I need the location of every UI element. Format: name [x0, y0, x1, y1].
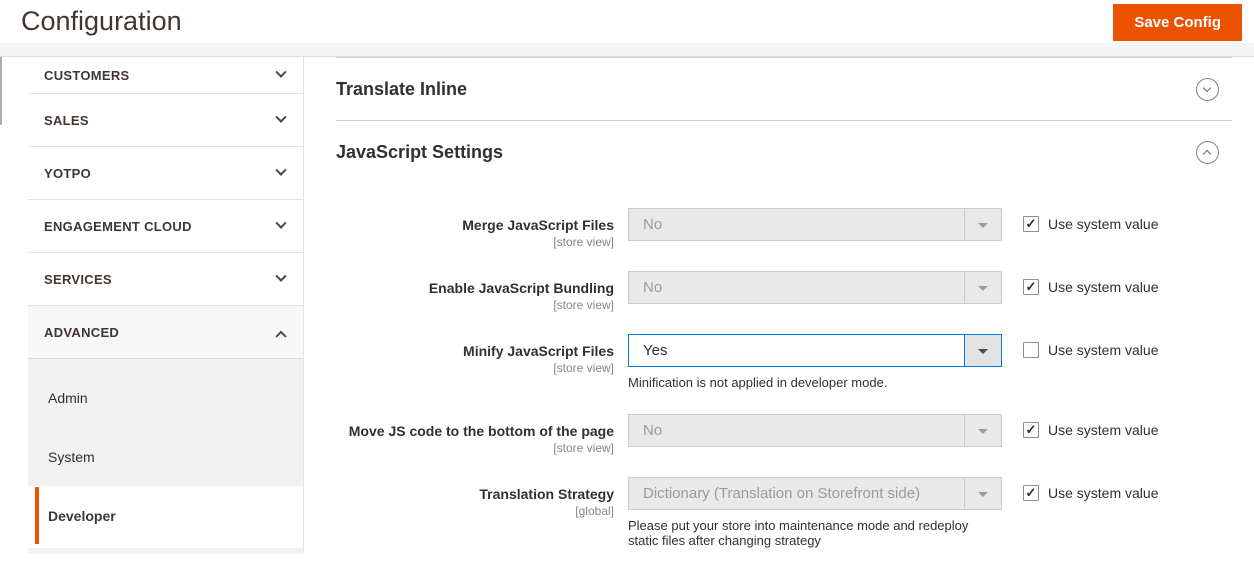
select-value: No	[643, 422, 663, 439]
sidebar-item-system[interactable]: System	[28, 427, 303, 486]
collapse-toggle-button[interactable]	[1196, 77, 1219, 101]
checkbox-unchecked-icon[interactable]	[1023, 342, 1039, 358]
sidebar-section-sales[interactable]: SALES	[28, 94, 303, 147]
admin-menu-edge	[0, 57, 2, 125]
sidebar-item-label: System	[48, 448, 95, 465]
sidebar-section-yotpo[interactable]: YOTPO	[28, 147, 303, 200]
translation-strategy-select[interactable]: Dictionary (Translation on Storefront si…	[628, 477, 1002, 510]
chevron-down-icon	[1202, 83, 1212, 92]
chevron-down-icon	[275, 164, 287, 176]
sidebar-section-label: CUSTOMERS	[44, 67, 130, 83]
field-note: Minification is not applied in developer…	[628, 375, 888, 390]
page-title: Configuration	[21, 6, 182, 36]
sidebar-section-customers[interactable]: CUSTOMERS	[28, 57, 303, 94]
select-value: No	[643, 279, 663, 296]
select-value: Dictionary (Translation on Storefront si…	[643, 485, 921, 502]
minify-js-files-select[interactable]: Yes	[628, 334, 1002, 367]
field-label: Translation Strategy	[479, 486, 614, 502]
field-label: Move JS code to the bottom of the page	[348, 423, 614, 439]
checkbox-checked-icon[interactable]: ✓	[1023, 216, 1039, 232]
field-scope: [store view]	[553, 441, 614, 455]
advanced-submenu: Admin System Developer	[28, 359, 303, 545]
section-title: Translate Inline	[336, 78, 468, 99]
enable-js-bundling-select[interactable]: No	[628, 271, 1002, 304]
checkbox-checked-icon[interactable]: ✓	[1023, 279, 1039, 295]
chevron-down-icon	[275, 270, 287, 282]
field-row-enable-js-bundling: Enable JavaScript Bundling [store view] …	[336, 271, 1232, 312]
config-nav-sidebar: CUSTOMERS SALES YOTPO ENGAGEMENT CLOUD S…	[28, 57, 304, 554]
use-system-value-toggle[interactable]: ✓ Use system value	[1023, 477, 1158, 502]
sidebar-item-developer[interactable]: Developer	[28, 486, 303, 545]
field-label: Minify JavaScript Files	[463, 343, 614, 359]
field-row-move-js-bottom: Move JS code to the bottom of the page […	[336, 414, 1232, 455]
use-system-value-label: Use system value	[1048, 342, 1159, 358]
caret-down-icon	[978, 222, 988, 228]
checkbox-checked-icon[interactable]: ✓	[1023, 485, 1039, 501]
sidebar-section-label: ADVANCED	[44, 324, 120, 340]
field-scope: [global]	[575, 504, 614, 518]
caret-down-icon	[978, 428, 988, 434]
javascript-settings-form: Merge JavaScript Files [store view] No ✓…	[336, 208, 1232, 548]
section-title: JavaScript Settings	[336, 142, 504, 162]
field-label: Enable JavaScript Bundling	[428, 280, 614, 296]
use-system-value-label: Use system value	[1048, 485, 1159, 501]
field-note: Please put your store into maintenance m…	[628, 518, 969, 548]
use-system-value-toggle[interactable]: Use system value	[1023, 334, 1158, 359]
field-row-translation-strategy: Translation Strategy [global] Dictionary…	[336, 477, 1232, 548]
field-row-minify-js-files: Minify JavaScript Files [store view] Yes…	[336, 334, 1232, 390]
sidebar-section-advanced[interactable]: ADVANCED	[28, 306, 303, 359]
caret-down-icon	[978, 348, 988, 354]
sidebar-item-label: Developer	[48, 507, 116, 524]
chevron-down-icon	[275, 111, 287, 123]
chevron-up-icon	[275, 330, 287, 342]
sidebar-section-engagement-cloud[interactable]: ENGAGEMENT CLOUD	[28, 200, 303, 253]
use-system-value-toggle[interactable]: ✓ Use system value	[1023, 414, 1158, 439]
header-divider	[0, 43, 1254, 57]
sidebar-section-label: ENGAGEMENT CLOUD	[44, 218, 192, 234]
section-header-javascript-settings[interactable]: JavaScript Settings	[336, 121, 1232, 184]
config-content: Translate Inline JavaScript Settings Mer…	[336, 57, 1232, 570]
sidebar-section-label: SERVICES	[44, 271, 112, 287]
select-value: No	[643, 216, 663, 233]
checkbox-checked-icon[interactable]: ✓	[1023, 422, 1039, 438]
field-scope: [store view]	[553, 298, 614, 312]
use-system-value-label: Use system value	[1048, 422, 1159, 438]
sidebar-section-services[interactable]: SERVICES	[28, 253, 303, 306]
caret-down-icon	[978, 285, 988, 291]
save-config-button[interactable]: Save Config	[1113, 4, 1242, 41]
section-header-translate-inline[interactable]: Translate Inline	[336, 58, 1232, 121]
field-label: Merge JavaScript Files	[462, 217, 614, 233]
use-system-value-label: Use system value	[1048, 216, 1159, 232]
collapse-toggle-button[interactable]	[1196, 141, 1219, 164]
caret-down-icon	[978, 491, 988, 497]
merge-js-files-select[interactable]: No	[628, 208, 1002, 241]
move-js-bottom-select[interactable]: No	[628, 414, 1002, 447]
use-system-value-toggle[interactable]: ✓ Use system value	[1023, 271, 1158, 296]
sidebar-item-admin[interactable]: Admin	[28, 368, 303, 427]
field-scope: [store view]	[553, 235, 614, 249]
sidebar-section-label: SALES	[44, 112, 89, 128]
sidebar-next-item-partial	[28, 548, 303, 554]
page-header: Configuration Save Config	[0, 0, 1254, 43]
chevron-up-icon	[1202, 149, 1212, 159]
chevron-down-icon	[275, 66, 287, 78]
sidebar-section-label: YOTPO	[44, 165, 92, 181]
field-row-merge-js-files: Merge JavaScript Files [store view] No ✓…	[336, 208, 1232, 249]
chevron-down-icon	[275, 217, 287, 229]
use-system-value-toggle[interactable]: ✓ Use system value	[1023, 208, 1158, 233]
sidebar-item-label: Admin	[48, 389, 88, 406]
select-value: Yes	[643, 342, 668, 359]
use-system-value-label: Use system value	[1048, 279, 1159, 295]
field-scope: [store view]	[553, 361, 614, 375]
